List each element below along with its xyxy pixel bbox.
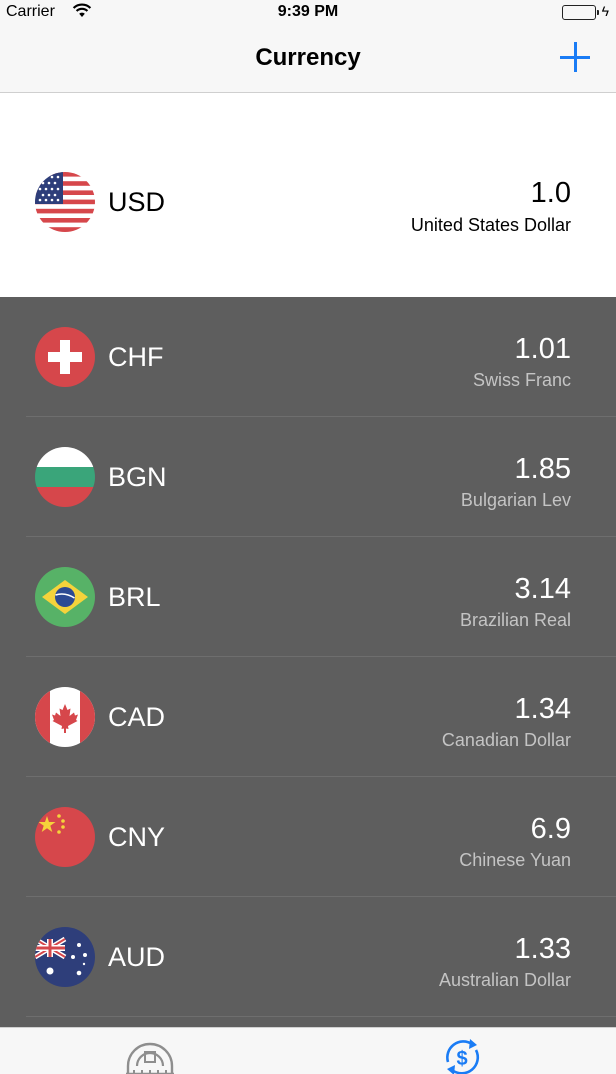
- currency-rate: 1.01: [514, 333, 571, 365]
- currency-name: Brazilian Real: [459, 610, 571, 630]
- battery-icon: [562, 5, 599, 20]
- currency-name: Australian Dollar: [438, 970, 571, 990]
- status-bar: Carrier 9:39 PM ϟ: [0, 0, 616, 26]
- currency-row-brl[interactable]: BRL 3.14 Brazilian Real: [0, 537, 616, 657]
- clock-time: 9:39 PM: [277, 3, 339, 20]
- currency-name: Chinese Yuan: [459, 850, 571, 870]
- australia-flag-icon: [35, 927, 95, 987]
- currency-rate: 1.33: [514, 933, 571, 965]
- currency-code: BGN: [108, 462, 167, 492]
- currency-code: AUD: [108, 942, 166, 972]
- navigation-bar: Currency: [0, 26, 616, 93]
- base-currency-name: United States Dollar: [410, 215, 571, 235]
- base-currency-rate: 1.0: [530, 177, 571, 209]
- currency-row-chf[interactable]: CHF 1.01 Swiss Franc: [0, 297, 616, 417]
- currency-name: Bulgarian Lev: [460, 490, 571, 510]
- currency-name: Canadian Dollar: [441, 730, 571, 750]
- us-flag-icon: [35, 172, 95, 232]
- tab-measurements[interactable]: [124, 1036, 176, 1074]
- currency-rate: 1.85: [514, 453, 571, 485]
- tab-currency[interactable]: $: [436, 1036, 488, 1074]
- currency-code: CNY: [108, 822, 166, 852]
- base-currency-card[interactable]: USD 1.0 United States Dollar: [0, 93, 616, 297]
- svg-text:$: $: [456, 1048, 467, 1070]
- currency-row-aud[interactable]: AUD 1.33 Australian Dollar: [0, 897, 616, 1017]
- currency-name: Swiss Franc: [472, 370, 571, 390]
- currency-rate: 3.14: [514, 573, 571, 605]
- currency-row-cad[interactable]: CAD 1.34 Canadian Dollar: [0, 657, 616, 777]
- tab-bar: $: [0, 1027, 616, 1074]
- currency-list[interactable]: CHF 1.01 Swiss Franc BGN 1.85 Bulgarian …: [0, 297, 616, 1027]
- currency-code: BRL: [108, 582, 161, 612]
- add-currency-button[interactable]: [560, 42, 590, 72]
- base-currency-code: USD: [108, 187, 166, 217]
- currency-rate: 1.34: [514, 693, 571, 725]
- currency-exchange-icon: $: [446, 1039, 480, 1074]
- ruler-protractor-icon: [126, 1042, 174, 1074]
- currency-rate: 6.9: [530, 813, 571, 845]
- charging-icon: ϟ: [601, 3, 609, 19]
- page-title: Currency: [255, 44, 361, 71]
- currency-row-bgn[interactable]: BGN 1.85 Bulgarian Lev: [0, 417, 616, 537]
- brazil-flag-icon: [35, 567, 95, 627]
- currency-code: CHF: [108, 342, 164, 372]
- canada-flag-icon: [35, 687, 95, 747]
- currency-code: CAD: [108, 702, 166, 732]
- currency-row-cny[interactable]: CNY 6.9 Chinese Yuan: [0, 777, 616, 897]
- china-flag-icon: [35, 807, 95, 867]
- bulgaria-flag-icon: [35, 447, 95, 507]
- swiss-flag-icon: [35, 327, 95, 387]
